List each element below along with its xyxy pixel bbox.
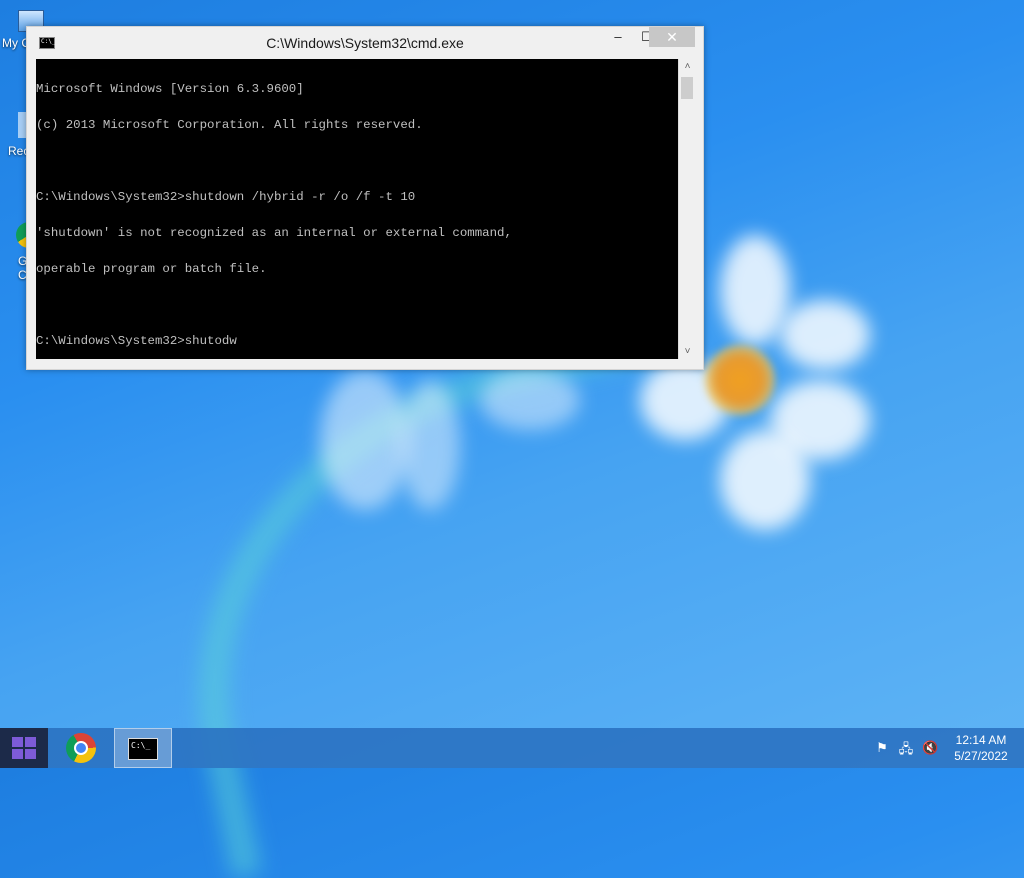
title-bar[interactable]: C:\_ C:\Windows\System32\cmd.exe ‒ ☐ ✕ [27,27,703,59]
console-line: (c) 2013 Microsoft Corporation. All righ… [36,118,423,132]
taskbar-cmd-button[interactable]: C:\_ [114,728,172,768]
taskbar-chrome-button[interactable] [58,728,106,768]
scroll-down-icon[interactable]: ˅ [679,346,696,357]
console-line: Microsoft Windows [Version 6.3.9600] [36,82,304,96]
wallpaper-flower-center [705,345,775,415]
wallpaper-petal [320,370,410,510]
cmd-window[interactable]: C:\_ C:\Windows\System32\cmd.exe ‒ ☐ ✕ M… [26,26,704,370]
scroll-up-icon[interactable]: ˄ [679,61,696,72]
wallpaper-petal [400,380,460,510]
wallpaper-petal [720,430,810,530]
console-output[interactable]: Microsoft Windows [Version 6.3.9600] (c)… [36,59,678,359]
wallpaper-petal [780,300,870,370]
chrome-icon [66,733,96,763]
console-line: operable program or batch file. [36,262,267,276]
clock[interactable]: 12:14 AM 5/27/2022 [946,732,1016,764]
console-input-line[interactable]: C:\Windows\System32>shutodw [36,335,678,347]
system-tray: ⚑ 🖧 🔇 [870,728,946,768]
volume-muted-icon[interactable]: 🔇 [922,740,938,756]
cmd-icon: C:\_ [128,738,158,760]
start-button[interactable] [0,728,48,768]
clock-time: 12:14 AM [955,733,1007,747]
wallpaper-petal [480,370,580,430]
clock-date: 5/27/2022 [954,749,1008,763]
flag-icon[interactable]: ⚑ [874,740,890,756]
minimize-button[interactable]: ‒ [603,27,633,47]
windows-logo-icon [12,737,36,759]
taskbar: C:\_ ⚑ 🖧 🔇 12:14 AM 5/27/2022 [0,728,1024,768]
scrollbar-thumb[interactable] [681,77,693,99]
close-button[interactable]: ✕ [649,27,695,47]
console-line: C:\Windows\System32>shutdown /hybrid -r … [36,190,416,204]
vertical-scrollbar[interactable]: ˄ ˅ [678,59,696,359]
wallpaper-petal [720,235,790,345]
console-line: 'shutdown' is not recognized as an inter… [36,226,512,240]
window-title: C:\Windows\System32\cmd.exe [266,35,464,51]
network-icon[interactable]: 🖧 [898,740,914,756]
